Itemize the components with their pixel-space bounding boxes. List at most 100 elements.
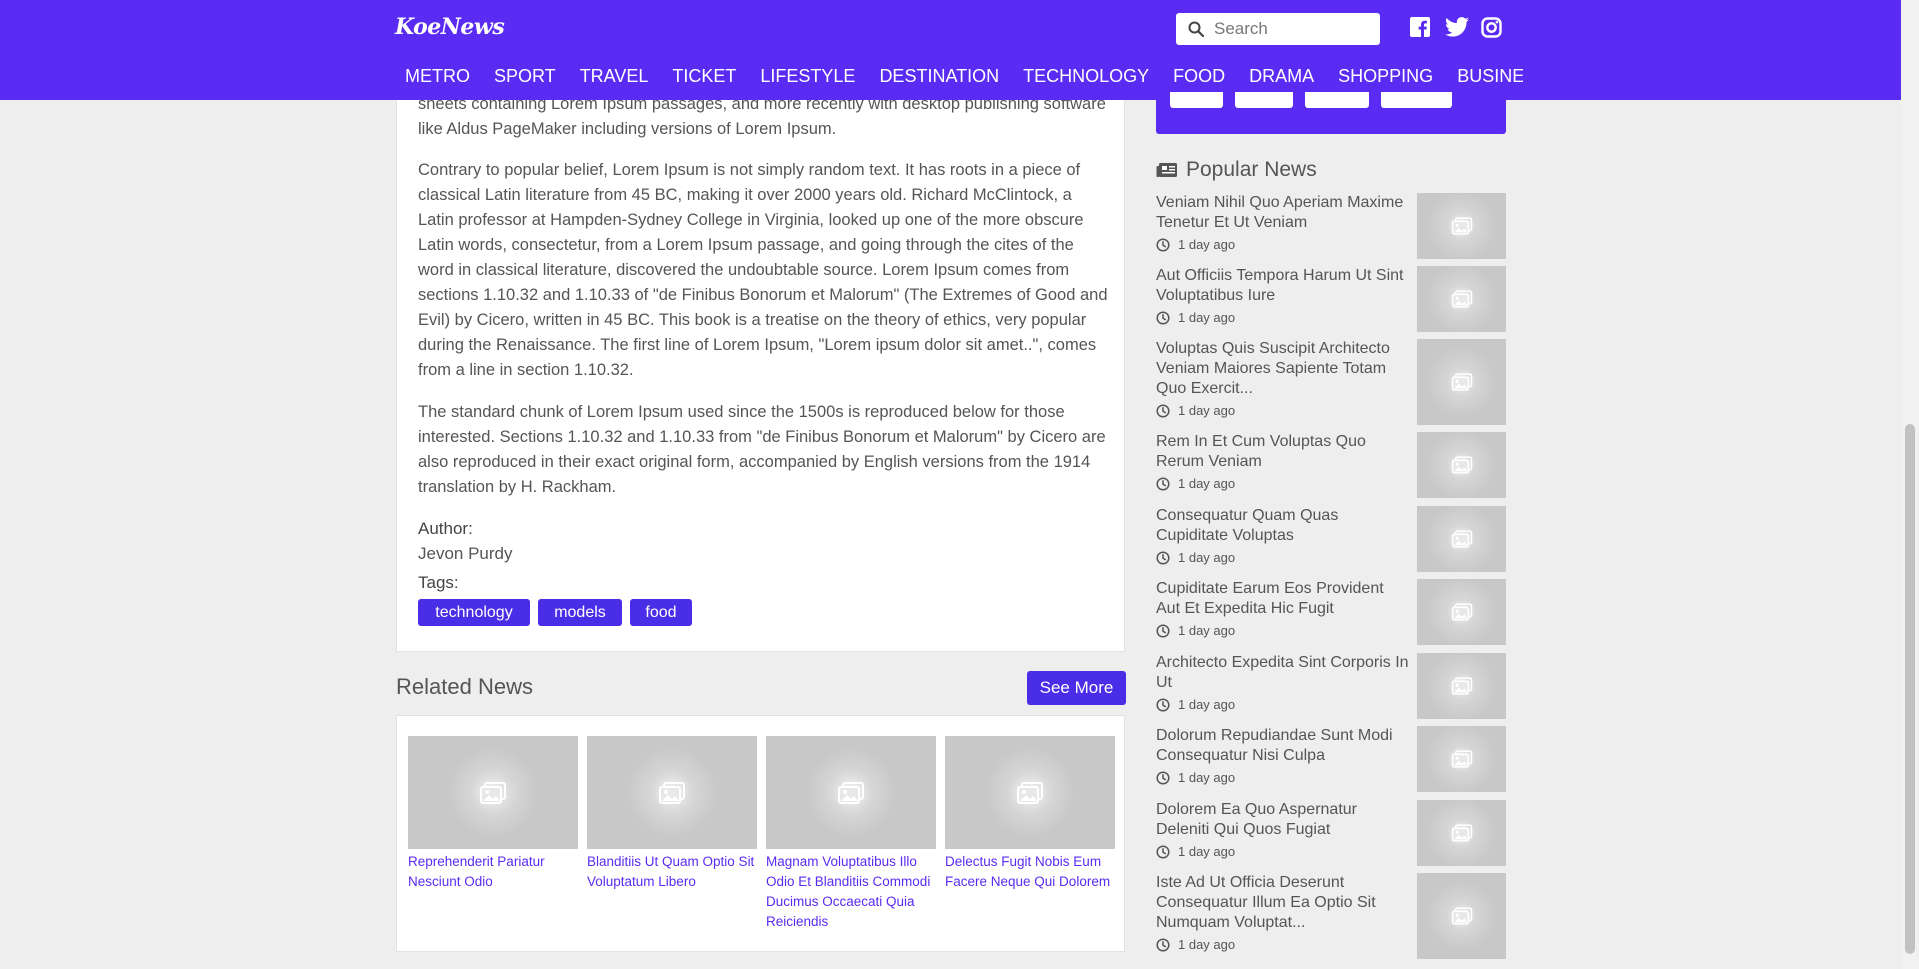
popular-news-item-image[interactable] [1417, 432, 1506, 498]
popular-news-item-time-text: 1 day ago [1178, 550, 1236, 565]
popular-news-title: Popular News [1186, 158, 1317, 181]
tag-technology[interactable]: technology [418, 599, 530, 626]
page-scrollbar[interactable] [1901, 0, 1919, 969]
instagram-icon[interactable] [1481, 17, 1502, 38]
related-item[interactable]: Magnam Voluptatibus Illo Odio Et Blandit… [766, 736, 936, 932]
clock-icon [1156, 237, 1170, 252]
clock-icon [1156, 844, 1170, 859]
sidebar-widget-button[interactable] [1381, 92, 1452, 108]
clock-icon [1156, 310, 1170, 325]
popular-news-item-image[interactable] [1417, 726, 1506, 792]
related-item-caption[interactable]: Magnam Voluptatibus Illo Odio Et Blandit… [766, 852, 936, 932]
related-item[interactable]: Reprehenderit Pariatur Nesciunt Odio [408, 736, 578, 892]
popular-news-item-image[interactable] [1417, 653, 1506, 719]
nav-item-shopping[interactable]: SHOPPING [1328, 66, 1433, 87]
popular-news-item-time-text: 1 day ago [1178, 623, 1236, 638]
popular-news-item-time: 1 day ago [1156, 697, 1235, 712]
popular-news-item-title[interactable]: Dolorum Repudiandae Sunt Modi Consequatu… [1156, 726, 1411, 766]
popular-news-item-title[interactable]: Rem In Et Cum Voluptas Quo Rerum Veniam [1156, 432, 1411, 472]
related-item-caption[interactable]: Delectus Fugit Nobis Eum Facere Neque Qu… [945, 852, 1115, 892]
sidebar-widget-button[interactable] [1235, 92, 1293, 108]
related-item-image[interactable] [766, 736, 936, 849]
article-paragraph: The standard chunk of Lorem Ipsum used s… [418, 403, 1106, 496]
popular-news-heading: Popular News [1156, 158, 1317, 182]
popular-news-item-time: 1 day ago [1156, 237, 1235, 252]
nav-item-food[interactable]: FOOD [1163, 66, 1225, 87]
article-card: sheets containing Lorem Ipsum passages, … [396, 60, 1125, 652]
nav-item-lifestyle[interactable]: LIFESTYLE [750, 66, 855, 87]
nav-item-drama[interactable]: DRAMA [1239, 66, 1314, 87]
popular-news-item-time: 1 day ago [1156, 476, 1235, 491]
related-item-caption[interactable]: Reprehenderit Pariatur Nesciunt Odio [408, 852, 578, 892]
tags-label: Tags: [418, 573, 459, 592]
search-input[interactable] [1212, 18, 1376, 40]
nav-item-ticket[interactable]: TICKET [662, 66, 736, 87]
image-placeholder-icon [1451, 677, 1472, 695]
image-placeholder-icon [1451, 530, 1472, 548]
clock-icon [1156, 623, 1170, 638]
popular-news-item-title[interactable]: Iste Ad Ut Officia Deserunt Consequatur … [1156, 873, 1411, 933]
related-item-caption[interactable]: Blanditiis Ut Quam Optio Sit Voluptatum … [587, 852, 757, 892]
popular-news-item-time-text: 1 day ago [1178, 697, 1236, 712]
facebook-icon[interactable] [1410, 17, 1430, 37]
popular-news-item-title[interactable]: Dolorem Ea Quo Aspernatur Deleniti Qui Q… [1156, 800, 1411, 840]
clock-icon [1156, 550, 1170, 565]
nav-item-technology[interactable]: TECHNOLOGY [1013, 66, 1149, 87]
popular-news-item-time-text: 1 day ago [1178, 770, 1236, 785]
popular-news-item-image[interactable] [1417, 266, 1506, 332]
nav-item-metro[interactable]: METRO [395, 66, 470, 87]
popular-news-item-title[interactable]: Consequatur Quam Quas Cupiditate Volupta… [1156, 506, 1411, 546]
popular-news-item-title[interactable]: Cupiditate Earum Eos Provident Aut Et Ex… [1156, 579, 1411, 619]
related-item[interactable]: Blanditiis Ut Quam Optio Sit Voluptatum … [587, 736, 757, 892]
popular-news-item-time-text: 1 day ago [1178, 310, 1236, 325]
clock-icon [1156, 937, 1170, 952]
nav-item-destination[interactable]: DESTINATION [869, 66, 999, 87]
popular-news-item-image[interactable] [1417, 579, 1506, 645]
popular-news-item-image[interactable] [1417, 506, 1506, 572]
nav-item-travel[interactable]: TRAVEL [570, 66, 649, 87]
author-label: Author: [418, 519, 473, 538]
search-icon [1188, 21, 1204, 37]
image-placeholder-icon [1017, 781, 1043, 804]
top-navbar: KoeNews METRO SPORT TRAVEL TICKET LIFESTYLE D… [0, 0, 1901, 100]
related-news-title: Related News [396, 674, 533, 699]
image-placeholder-icon [1451, 217, 1472, 235]
site-logo[interactable]: KoeNews [395, 14, 505, 40]
related-item-image[interactable] [587, 736, 757, 849]
see-more-button[interactable]: See More [1027, 671, 1126, 705]
related-item-image[interactable] [408, 736, 578, 849]
twitter-icon[interactable] [1445, 17, 1469, 37]
popular-news-item-time: 1 day ago [1156, 550, 1235, 565]
popular-news-item-time: 1 day ago [1156, 623, 1235, 638]
popular-news-item-time: 1 day ago [1156, 403, 1235, 418]
sidebar-widget-button[interactable] [1305, 92, 1369, 108]
newspaper-icon [1156, 163, 1177, 177]
clock-icon [1156, 476, 1170, 491]
popular-news-item-time-text: 1 day ago [1178, 937, 1236, 952]
related-news-list: Reprehenderit Pariatur Nesciunt Odio Bla… [396, 715, 1125, 952]
article-paragraph: Contrary to popular belief, Lorem Ipsum … [418, 161, 1108, 379]
related-item[interactable]: Delectus Fugit Nobis Eum Facere Neque Qu… [945, 736, 1115, 892]
popular-news-item-image[interactable] [1417, 339, 1506, 425]
popular-news-item-title[interactable]: Architecto Expedita Sint Corporis In Ut [1156, 653, 1411, 693]
image-placeholder-icon [838, 781, 864, 804]
popular-news-item-image[interactable] [1417, 193, 1506, 259]
popular-news-item-title[interactable]: Veniam Nihil Quo Aperiam Maxime Tenetur … [1156, 193, 1411, 233]
popular-news-item-title[interactable]: Aut Officiis Tempora Harum Ut Sint Volup… [1156, 266, 1411, 306]
popular-news-item-image[interactable] [1417, 873, 1506, 959]
popular-news-item-time-text: 1 day ago [1178, 844, 1236, 859]
search-box[interactable] [1176, 13, 1380, 45]
nav-item-sport[interactable]: SPORT [484, 66, 556, 87]
sidebar-widget-button[interactable] [1170, 92, 1223, 108]
tag-models[interactable]: models [538, 599, 622, 626]
scrollbar-thumb[interactable] [1905, 424, 1915, 954]
popular-news-item-title[interactable]: Voluptas Quis Suscipit Architecto Veniam… [1156, 339, 1411, 399]
popular-news-item-time-text: 1 day ago [1178, 403, 1236, 418]
popular-news-item-image[interactable] [1417, 800, 1506, 866]
image-placeholder-icon [1451, 750, 1472, 768]
nav-item-business[interactable]: BUSINESS [1447, 66, 1523, 87]
related-item-image[interactable] [945, 736, 1115, 849]
popular-news-item-time: 1 day ago [1156, 310, 1235, 325]
tag-food[interactable]: food [630, 599, 692, 626]
image-placeholder-icon [1451, 907, 1472, 925]
